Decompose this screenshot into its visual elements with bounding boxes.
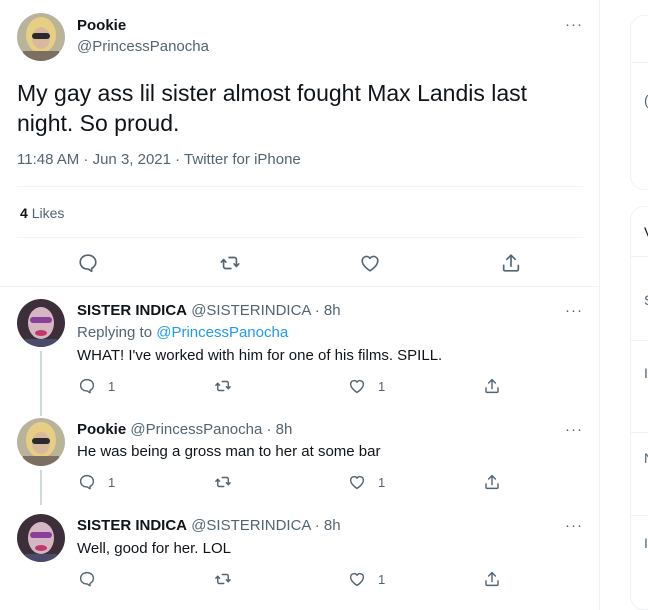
divider (17, 237, 583, 238)
more-icon[interactable]: ··· (565, 17, 583, 32)
divider (630, 62, 648, 63)
user-handle[interactable]: @PrincessPanocha · 8h (130, 421, 292, 438)
like-button[interactable]: 1 (348, 377, 385, 395)
like-button[interactable]: 1 (348, 473, 385, 491)
share-icon (485, 474, 499, 490)
timeline-column: Pookie @PrincessPanocha ··· My gay ass l… (0, 0, 600, 610)
reply-tweet[interactable]: Pookie @PrincessPanocha · 8h ··· He was … (0, 400, 599, 505)
share-button[interactable] (483, 377, 501, 395)
more-icon[interactable]: ··· (565, 518, 583, 533)
reply-icon[interactable] (77, 252, 99, 274)
retweet-button[interactable] (214, 570, 244, 588)
reply-button[interactable]: 1 (78, 473, 115, 491)
share-icon (485, 378, 499, 394)
main-tweet: Pookie @PrincessPanocha ··· My gay ass l… (0, 0, 599, 287)
like-icon (349, 572, 365, 587)
display-name[interactable]: Pookie (77, 17, 126, 34)
like-count: 1 (378, 474, 386, 490)
display-name[interactable]: SISTER INDICA (77, 302, 187, 319)
share-button[interactable] (483, 473, 501, 491)
replying-to: Replying to @PrincessPanocha (77, 324, 288, 341)
divider (630, 432, 648, 433)
like-icon[interactable] (359, 252, 381, 274)
sidebar-fragment[interactable]: I (644, 365, 648, 381)
like-count: 1 (378, 378, 386, 394)
reply-count: 1 (108, 378, 116, 394)
right-sidebar: ( V S I N I (600, 0, 648, 610)
reply-header: Pookie @PrincessPanocha · 8h (77, 421, 292, 438)
likes-link[interactable]: 4 Likes (20, 205, 64, 221)
divider (630, 340, 648, 341)
reply-tweet[interactable]: SISTER INDICA @SISTERINDICA · 8h ··· Wel… (0, 505, 599, 610)
replying-prefix: Replying to (77, 324, 153, 341)
reply-button[interactable] (78, 570, 108, 588)
retweet-button[interactable] (214, 473, 244, 491)
likes-label: Likes (31, 205, 65, 221)
like-icon (349, 475, 365, 490)
avatar[interactable] (17, 299, 65, 347)
reply-tweet[interactable]: SISTER INDICA @SISTERINDICA · 8h ··· Rep… (0, 288, 599, 400)
retweet-button[interactable] (214, 377, 244, 395)
avatar[interactable] (17, 13, 65, 61)
user-handle[interactable]: @SISTERINDICA · 8h (191, 517, 340, 534)
display-name[interactable]: Pookie (77, 421, 126, 438)
divider (630, 256, 648, 257)
retweet-icon (215, 380, 231, 392)
reply-header: SISTER INDICA @SISTERINDICA · 8h (77, 517, 341, 534)
reply-text: WHAT! I've worked with him for one of hi… (77, 347, 443, 364)
retweet-icon[interactable] (219, 252, 241, 274)
thread-line (40, 400, 42, 416)
like-button[interactable]: 1 (348, 570, 385, 588)
like-count: 1 (378, 571, 386, 587)
mention-link[interactable]: @PrincessPanocha (156, 324, 288, 341)
avatar[interactable] (17, 514, 65, 562)
sidebar-fragment[interactable]: N (644, 450, 648, 466)
sidebar-fragment: V (644, 224, 648, 240)
tweet-timestamp[interactable]: 11:48 AM · Jun 3, 2021 · Twitter for iPh… (17, 151, 301, 168)
reply-icon (79, 571, 95, 587)
share-icon (485, 571, 499, 587)
reply-button[interactable]: 1 (78, 377, 115, 395)
reply-header: SISTER INDICA @SISTERINDICA · 8h (77, 302, 341, 319)
retweet-icon (215, 573, 231, 585)
display-name[interactable]: SISTER INDICA (77, 517, 187, 534)
sidebar-fragment[interactable]: I (644, 535, 648, 551)
more-icon[interactable]: ··· (565, 303, 583, 318)
avatar[interactable] (17, 418, 65, 466)
divider (17, 186, 583, 187)
share-icon[interactable] (500, 252, 522, 274)
retweet-icon (215, 476, 231, 488)
divider (630, 515, 648, 516)
reply-icon (79, 474, 95, 490)
likes-count: 4 (20, 205, 28, 221)
reply-icon (79, 378, 95, 394)
more-icon[interactable]: ··· (565, 422, 583, 437)
thread-line (40, 351, 42, 400)
thread-line (40, 470, 42, 505)
user-handle[interactable]: @SISTERINDICA · 8h (191, 302, 340, 319)
reply-text: He was being a gross man to her at some … (77, 443, 381, 460)
sidebar-fragment: ( (644, 92, 648, 108)
like-icon (349, 379, 365, 394)
reply-text: Well, good for her. LOL (77, 540, 231, 557)
tweet-text: My gay ass lil sister almost fought Max … (17, 80, 528, 136)
reply-count: 1 (108, 474, 116, 490)
share-button[interactable] (483, 570, 501, 588)
sidebar-fragment[interactable]: S (644, 292, 648, 308)
user-handle[interactable]: @PrincessPanocha (77, 38, 209, 55)
